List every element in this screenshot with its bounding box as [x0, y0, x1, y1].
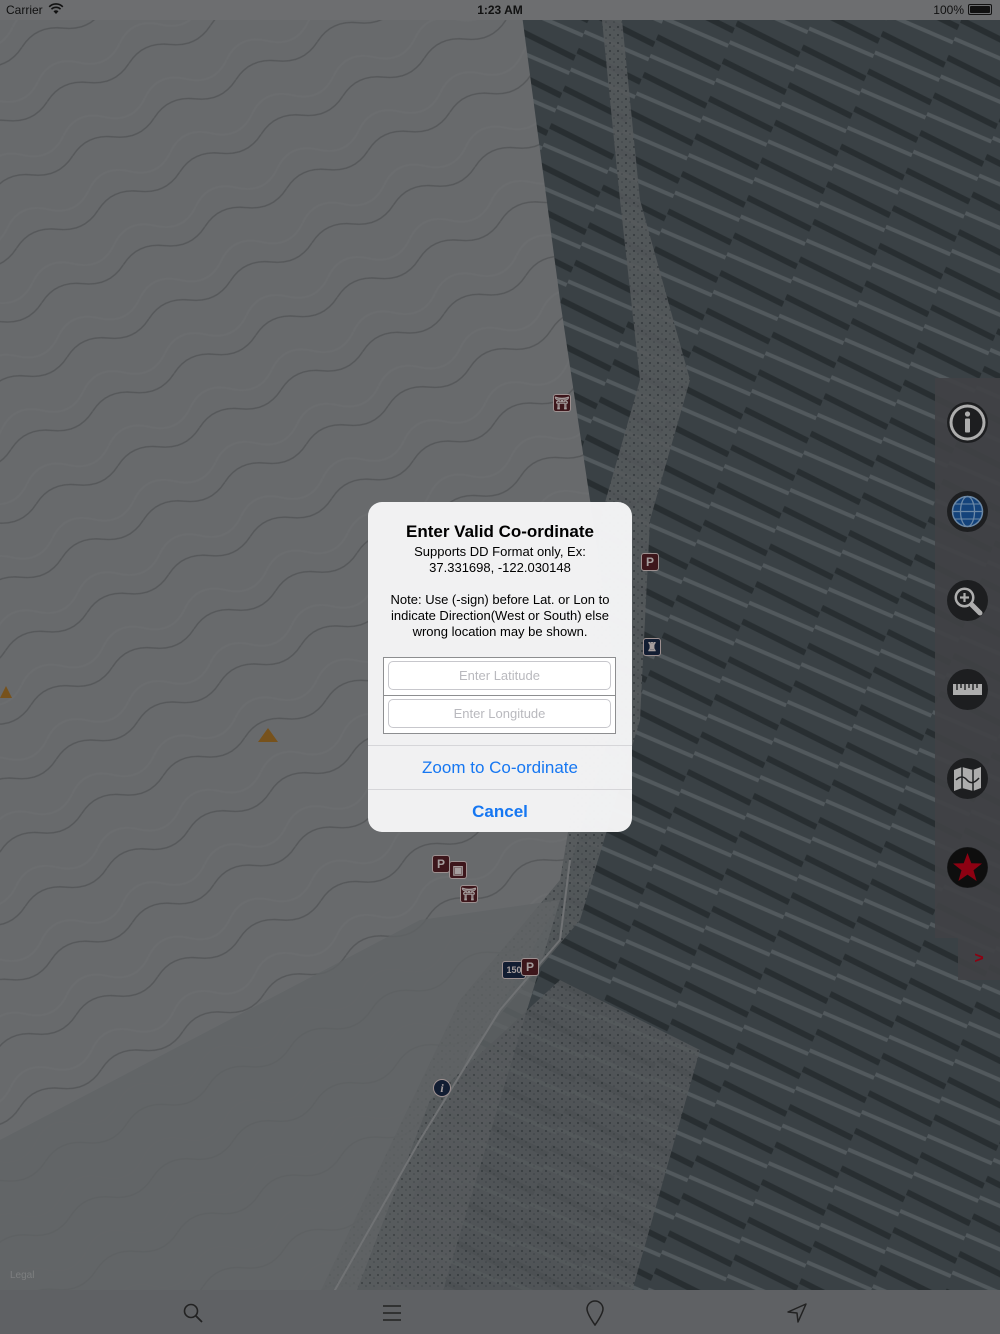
alert-title: Enter Valid Co-ordinate	[406, 522, 594, 541]
battery-icon	[968, 4, 992, 15]
longitude-input[interactable]	[388, 699, 611, 728]
location-tab[interactable]	[783, 1300, 811, 1326]
search-icon	[183, 1303, 203, 1323]
coordinate-fields	[383, 657, 616, 734]
search-tab[interactable]	[179, 1300, 207, 1326]
fields-divider	[384, 695, 615, 696]
coordinate-alert-dialog: Enter Valid Co-ordinate Supports DD Form…	[368, 502, 632, 832]
list-icon	[383, 1305, 401, 1321]
pin-icon	[586, 1300, 604, 1326]
pin-tab[interactable]	[581, 1300, 609, 1326]
list-tab[interactable]	[378, 1300, 406, 1326]
clock-label: 1:23 AM	[477, 3, 523, 17]
location-arrow-icon	[787, 1303, 807, 1323]
zoom-to-coordinate-button[interactable]: Zoom to Co-ordinate	[368, 745, 632, 788]
battery-percent-label: 100%	[933, 3, 964, 17]
status-bar: Carrier 1:23 AM 100%	[0, 0, 1000, 20]
latitude-input[interactable]	[388, 661, 611, 690]
cancel-button[interactable]: Cancel	[368, 789, 632, 832]
alert-message: Supports DD Format only, Ex: 37.331698, …	[390, 544, 610, 639]
bottom-tab-bar	[0, 1290, 1000, 1334]
